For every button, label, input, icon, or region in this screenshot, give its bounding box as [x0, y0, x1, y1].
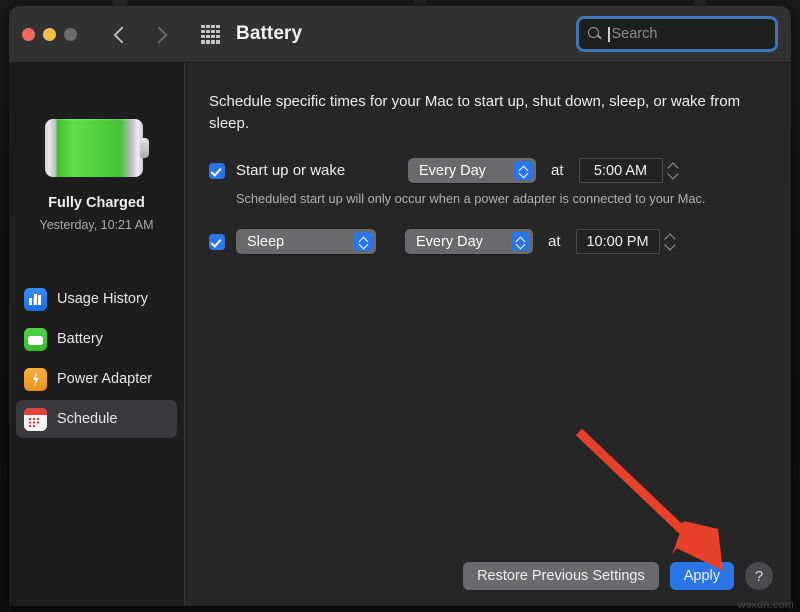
battery-status-text: Fully Charged	[9, 195, 184, 211]
chevron-right-icon[interactable]	[151, 26, 168, 43]
watermark: wsxdn.com	[738, 599, 794, 611]
battery-full-icon	[45, 119, 149, 177]
sidebar-item-schedule[interactable]: Schedule	[16, 400, 177, 438]
chevron-updown-icon	[354, 232, 373, 251]
search-placeholder: Search	[612, 26, 658, 42]
startup-checkbox[interactable]	[209, 163, 225, 179]
sleep-time-stepper[interactable]	[664, 230, 677, 254]
battery-status-detail: Yesterday, 10:21 AM	[9, 218, 184, 232]
search-field[interactable]: Search	[576, 16, 778, 52]
close-button[interactable]	[22, 28, 35, 41]
startup-time-value: 5:00 AM	[594, 163, 647, 179]
schedule-calendar-icon	[24, 408, 47, 431]
search-icon	[588, 27, 602, 41]
battery-icon	[24, 328, 47, 351]
chevron-updown-icon	[514, 161, 533, 180]
sleep-at-label: at	[548, 233, 561, 250]
sidebar-nav-list: Usage History Battery Power Adapter Sche…	[16, 280, 177, 440]
sidebar-item-label: Schedule	[57, 411, 117, 427]
sidebar-item-label: Usage History	[57, 291, 148, 307]
sleep-time-field[interactable]: 10:00 PM	[576, 229, 660, 254]
battery-terminal	[140, 138, 149, 158]
sleep-time-value: 10:00 PM	[586, 234, 648, 250]
sidebar: Fully Charged Yesterday, 10:21 AM Usage …	[9, 63, 185, 606]
navigation-arrows	[112, 26, 168, 43]
traffic-light-group	[22, 28, 77, 41]
sleep-checkbox[interactable]	[209, 234, 225, 250]
window-body: Fully Charged Yesterday, 10:21 AM Usage …	[9, 63, 791, 606]
intro-description: Schedule specific times for your Mac to …	[209, 91, 757, 135]
chevron-updown-icon	[511, 232, 530, 251]
startup-row: Start up or wake Every Day at 5:00 AM	[209, 158, 791, 183]
sidebar-item-usage-history[interactable]: Usage History	[16, 280, 177, 318]
help-button[interactable]: ?	[745, 562, 773, 590]
usage-history-icon	[24, 288, 47, 311]
battery-preferences-window: Battery Search Fully Charged Yesterday, …	[9, 6, 791, 606]
startup-label: Start up or wake	[236, 162, 408, 179]
zoom-button[interactable]	[64, 28, 77, 41]
startup-frequency-dropdown[interactable]: Every Day	[408, 158, 536, 183]
battery-body	[45, 119, 143, 177]
sidebar-item-label: Battery	[57, 331, 103, 347]
sleep-row: Sleep Every Day at 10:00 PM	[209, 229, 791, 254]
startup-frequency-value: Every Day	[419, 163, 486, 179]
sidebar-item-power-adapter[interactable]: Power Adapter	[16, 360, 177, 398]
sleep-action-dropdown[interactable]: Sleep	[236, 229, 376, 254]
sleep-frequency-dropdown[interactable]: Every Day	[405, 229, 533, 254]
sidebar-item-battery[interactable]: Battery	[16, 320, 177, 358]
apply-button[interactable]: Apply	[670, 562, 734, 590]
startup-time-stepper[interactable]	[667, 159, 680, 183]
chevron-left-icon[interactable]	[112, 26, 129, 43]
screen: Battery Search Fully Charged Yesterday, …	[0, 0, 800, 612]
grid-view-icon[interactable]	[201, 25, 220, 44]
text-caret	[608, 27, 610, 42]
startup-hint-text: Scheduled start up will only occur when …	[236, 191, 791, 206]
minimize-button[interactable]	[43, 28, 56, 41]
sleep-action-value: Sleep	[247, 234, 284, 250]
content-pane: Schedule specific times for your Mac to …	[185, 63, 791, 606]
restore-previous-settings-button[interactable]: Restore Previous Settings	[463, 562, 659, 590]
startup-at-label: at	[551, 162, 564, 179]
startup-time-field[interactable]: 5:00 AM	[579, 158, 663, 183]
window-titlebar: Battery Search	[9, 6, 791, 63]
power-adapter-icon	[24, 368, 47, 391]
page-title: Battery	[236, 23, 302, 45]
sleep-frequency-value: Every Day	[416, 234, 483, 250]
footer-button-bar: Restore Previous Settings Apply ?	[463, 562, 773, 590]
sidebar-item-label: Power Adapter	[57, 371, 152, 387]
